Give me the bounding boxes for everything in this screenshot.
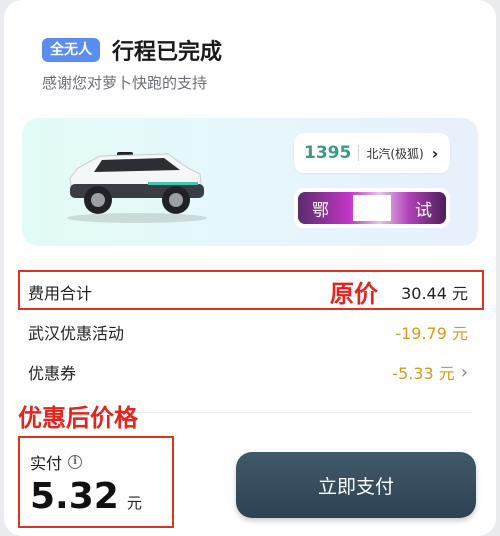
fee-total-value: 30.44 元 (401, 284, 468, 303)
plate-redaction (353, 195, 391, 221)
paid-amount: 5.32 (30, 476, 119, 517)
paid-amount-group: 5.32 元 (30, 476, 142, 517)
plate-number: 1395 (304, 143, 352, 163)
license-plate-face: 鄂 试 (298, 192, 446, 224)
promo-value: -19.79 元 (395, 324, 468, 343)
license-plate: 鄂 试 (294, 188, 450, 228)
driverless-badge: 全无人 (42, 38, 100, 62)
coupon-value-group: -5.33 元 › (392, 360, 468, 384)
fee-total-row: 费用合计 30.44 元 (28, 280, 468, 304)
coupon-row[interactable]: 优惠券 -5.33 元 › (28, 360, 468, 384)
original-price-annotation: 原价 (330, 280, 378, 308)
divider (358, 145, 360, 161)
paid-unit: 元 (126, 494, 142, 512)
chevron-right-icon: › (431, 143, 439, 163)
pay-now-button[interactable]: 立即支付 (236, 452, 476, 518)
plate-prefix: 鄂 (312, 200, 329, 221)
after-discount-annotation: 优惠后价格 (18, 404, 138, 432)
promo-label: 武汉优惠活动 (28, 324, 125, 343)
vehicle-info-chip[interactable]: 1395 北汽(极狐) › (294, 133, 450, 173)
coupon-value: -5.33 元 (392, 364, 455, 383)
thanks-subtitle: 感谢您对萝卜快跑的支持 (42, 74, 208, 92)
robotaxi-car-image (67, 152, 207, 223)
vehicle-model: 北汽(极狐) (366, 146, 424, 161)
plate-suffix: 试 (415, 200, 432, 221)
promo-row: 武汉优惠活动 -19.79 元 (28, 320, 468, 344)
paid-label-group: 实付 i (30, 450, 83, 474)
fee-total-label: 费用合计 (28, 284, 93, 303)
chevron-right-icon: › (460, 361, 468, 383)
paid-label: 实付 (30, 454, 63, 473)
coupon-label: 优惠券 (28, 364, 77, 383)
page-title: 行程已完成 (112, 40, 223, 65)
info-icon[interactable]: i (68, 455, 83, 469)
trip-header: 全无人 行程已完成 (42, 34, 222, 66)
